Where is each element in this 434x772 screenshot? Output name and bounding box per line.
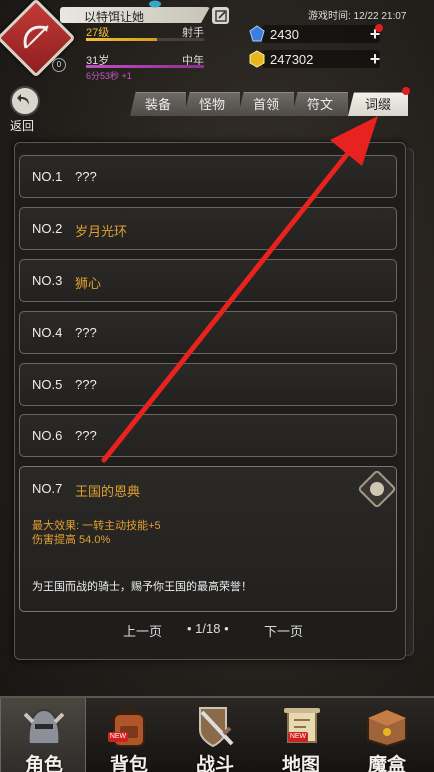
affix-number: NO.3	[32, 273, 63, 288]
gem-counter: 2430	[262, 25, 380, 43]
affix-name: ???	[75, 428, 97, 443]
nav-label: 战斗	[195, 755, 234, 772]
pagination: 上一页 • 1/18 • 下一页	[0, 621, 434, 640]
gold-value: 247302	[270, 52, 314, 67]
tab-runes[interactable]: 符文	[292, 92, 348, 116]
age-progress-bar	[86, 65, 204, 68]
list-item[interactable]: NO.5 ???	[19, 363, 397, 406]
back-icon	[10, 86, 40, 116]
back-label: 返回	[10, 119, 35, 133]
back-button[interactable]: 返回	[6, 86, 46, 133]
nav-label: 魔盒	[367, 755, 406, 772]
affix-number: NO.5	[32, 377, 63, 392]
affix-name: 狮心	[75, 276, 102, 291]
affix-number: NO.6	[32, 428, 63, 443]
affix-name: 王国的恩典	[75, 484, 141, 499]
nav-label: 地图	[281, 755, 320, 772]
player-name: 以特饵让她	[84, 10, 145, 24]
affix-name: ???	[75, 325, 97, 340]
affix-number: NO.7	[32, 481, 63, 496]
bottom-nav: 角色 NEW 背包 战斗 NEW 地图 魔盒	[0, 696, 434, 772]
level-progress-bar	[86, 38, 204, 41]
new-badge: NEW	[288, 732, 308, 742]
gold-counter: 247302	[262, 50, 380, 68]
age-row: 31岁 中年	[86, 52, 204, 67]
tab-affixes[interactable]: 词缀	[348, 92, 408, 116]
prev-page-button[interactable]: 上一页	[123, 621, 162, 640]
helmet-icon	[23, 708, 65, 745]
tab-equipment[interactable]: 装备	[130, 92, 186, 116]
next-page-button[interactable]: 下一页	[264, 621, 303, 640]
affix-name: ???	[75, 377, 97, 392]
affix-crest-inner	[370, 482, 384, 496]
affix-number: NO.2	[32, 221, 63, 236]
nav-character[interactable]: 角色	[0, 698, 86, 772]
nav-label: 背包	[109, 755, 148, 772]
affix-number: NO.4	[32, 325, 63, 340]
list-item-expanded[interactable]: NO.7 王国的恩典 最大效果: 一转主动技能+5 伤害提高 54.0% 为王国…	[19, 466, 397, 612]
list-item[interactable]: NO.2 岁月光环	[19, 207, 397, 250]
pencil-icon	[214, 9, 227, 22]
sword-shield-icon	[199, 707, 234, 748]
level-row: 27级 射手	[86, 24, 204, 39]
age-progress-fill	[86, 65, 204, 68]
affix-name: ???	[75, 169, 97, 184]
tab-bosses[interactable]: 首领	[238, 92, 294, 116]
nav-label: 角色	[24, 755, 63, 772]
list-item[interactable]: NO.4 ???	[19, 311, 397, 354]
nav-magic-box[interactable]: 魔盒	[344, 698, 430, 772]
nav-battle[interactable]: 战斗	[172, 698, 258, 772]
page-indicator: • 1/18 •	[187, 621, 229, 636]
list-item[interactable]: NO.6 ???	[19, 414, 397, 457]
affix-number: NO.1	[32, 169, 63, 184]
affix-effect-damage: 伤害提高 54.0%	[32, 534, 111, 546]
notification-dot	[375, 24, 383, 32]
new-badge: NEW	[108, 732, 128, 742]
affix-name: 岁月光环	[75, 224, 128, 239]
nav-map[interactable]: NEW 地图	[258, 698, 344, 772]
age-timer: 6分53秒 +1	[86, 71, 132, 81]
list-item[interactable]: NO.3 狮心	[19, 259, 397, 302]
blue-gem-icon	[249, 25, 265, 42]
affix-description: 为王国而战的骑士，赐予你王国的最高荣誉！	[32, 581, 252, 593]
game-time: 游戏时间: 12/22 21:07	[308, 11, 407, 22]
emblem-badge: 0	[52, 58, 66, 72]
edit-name-button[interactable]	[212, 7, 229, 24]
magic-box-icon	[367, 708, 407, 748]
level-progress-fill	[86, 38, 157, 41]
pet-icon	[149, 0, 161, 8]
gem-value: 2430	[270, 27, 299, 42]
tab-monsters[interactable]: 怪物	[184, 92, 240, 116]
affix-tab-notification-dot	[402, 87, 410, 95]
gold-gem-icon	[249, 50, 265, 68]
nav-backpack[interactable]: NEW 背包	[86, 698, 172, 772]
list-item[interactable]: NO.1 ???	[19, 155, 397, 198]
buy-gold-button[interactable]: +	[368, 50, 382, 68]
